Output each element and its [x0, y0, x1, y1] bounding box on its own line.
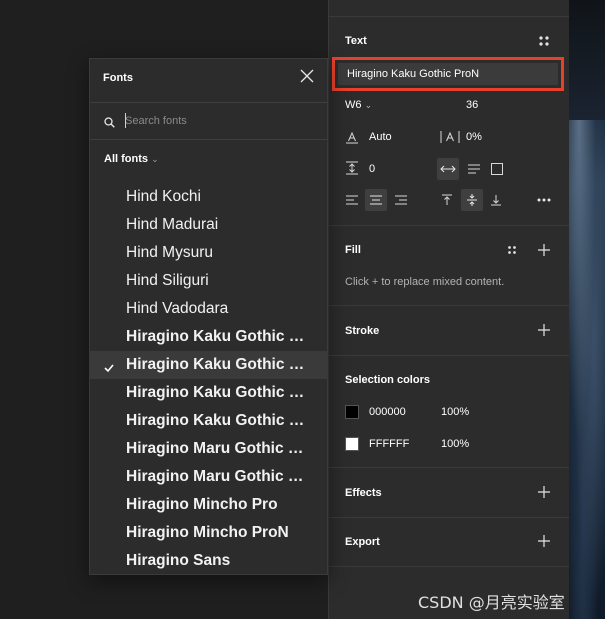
font-list-item[interactable]: Hind Mysuru: [90, 239, 327, 267]
font-list-item[interactable]: Hind Vadodara: [90, 295, 327, 323]
font-list-item-label: Hind Kochi: [126, 188, 201, 205]
font-list-item[interactable]: Hiragino Kaku Gothic St...: [90, 407, 327, 435]
text-caret: [125, 113, 126, 128]
add-export-icon[interactable]: [534, 531, 554, 551]
auto-width-icon[interactable]: [437, 158, 459, 180]
color-swatch-white[interactable]: [345, 437, 359, 451]
search-row: [90, 103, 327, 139]
font-list-item[interactable]: Hiragino Maru Gothic Pr...: [90, 463, 327, 491]
color-opacity-value[interactable]: 100%: [441, 438, 469, 450]
line-height-icon: [344, 129, 360, 145]
export-section-title: Export: [345, 536, 380, 548]
fill-hint: Click + to replace mixed content.: [345, 276, 505, 288]
fonts-popup: Fonts All fonts ⌄ Hind Kochi Hind Madurai…: [89, 58, 328, 575]
divider: [329, 566, 569, 567]
font-list-item-label: Hiragino Kaku Gothic Pr...: [126, 356, 311, 373]
font-list-item[interactable]: Hiragino Mincho ProN: [90, 519, 327, 547]
line-height-value[interactable]: Auto: [369, 131, 392, 143]
add-effect-icon[interactable]: [534, 482, 554, 502]
font-list-item-label: Hiragino Mincho ProN: [126, 524, 289, 541]
font-list-item-label: Hind Siliguri: [126, 272, 209, 289]
font-list-item-label: Hiragino Mincho Pro: [126, 496, 278, 513]
font-size-field[interactable]: 36: [466, 99, 478, 111]
font-list-item-label: Hind Vadodara: [126, 300, 229, 317]
paragraph-spacing-value[interactable]: 0: [369, 163, 375, 175]
align-right-icon[interactable]: [391, 190, 411, 210]
font-list-item[interactable]: Hind Kochi: [90, 183, 327, 211]
divider: [329, 225, 569, 226]
add-fill-icon[interactable]: [534, 240, 554, 260]
font-list-item[interactable]: Hind Madurai: [90, 211, 327, 239]
align-middle-icon[interactable]: [461, 189, 483, 211]
close-icon[interactable]: [300, 69, 316, 85]
divider: [329, 467, 569, 468]
font-list-item-label: Hiragino Kaku Gothic Pro: [126, 328, 311, 345]
font-list-item[interactable]: Hiragino Mincho Pro: [90, 491, 327, 519]
color-hex-value[interactable]: 000000: [369, 406, 406, 418]
letter-spacing-value[interactable]: 0%: [466, 131, 482, 143]
divider: [329, 355, 569, 356]
font-list-item-label: Hiragino Kaku Gothic Std: [126, 384, 311, 401]
font-list-item-label: Hiragino Sans: [126, 552, 231, 569]
search-icon: [104, 115, 115, 133]
chevron-down-icon: ⌄: [364, 100, 373, 110]
selection-colors-title: Selection colors: [345, 374, 430, 386]
text-styles-icon[interactable]: [534, 31, 554, 51]
stroke-section-title: Stroke: [345, 325, 380, 337]
align-left-icon[interactable]: [342, 190, 362, 210]
letter-spacing-icon: [439, 129, 461, 145]
font-weight-value: W6: [345, 99, 362, 111]
font-list-item[interactable]: Hiragino Kaku Gothic Pro: [90, 323, 327, 351]
fonts-popup-title: Fonts: [103, 72, 133, 84]
fixed-size-icon[interactable]: [486, 158, 508, 180]
text-section-title: Text: [345, 35, 367, 47]
watermark: CSDN @月亮实验室: [418, 593, 565, 612]
divider: [329, 305, 569, 306]
font-family-value: Hiragino Kaku Gothic ProN: [347, 68, 480, 80]
font-list-item[interactable]: Hiragino Kaku Gothic Pr...: [90, 351, 327, 379]
divider: [90, 139, 327, 140]
font-weight-select[interactable]: W6 ⌄: [345, 99, 372, 111]
color-swatch-black[interactable]: [345, 405, 359, 419]
font-list-item-label: Hiragino Kaku Gothic St...: [126, 412, 311, 429]
color-opacity-value[interactable]: 100%: [441, 406, 469, 418]
font-list-item[interactable]: Hind Siliguri: [90, 267, 327, 295]
fill-section-title: Fill: [345, 244, 361, 256]
align-bottom-icon[interactable]: [486, 190, 506, 210]
checkmark-icon: [104, 360, 114, 373]
fill-styles-icon[interactable]: [502, 240, 522, 260]
search-fonts-input[interactable]: [125, 112, 315, 130]
font-list-item[interactable]: Hiragino Kaku Gothic Std: [90, 379, 327, 407]
align-center-icon[interactable]: [365, 189, 387, 211]
font-filter-dropdown[interactable]: All fonts ⌄: [104, 153, 159, 165]
design-panel: Text Hiragino Kaku Gothic ProN W6 ⌄ 36 A…: [328, 0, 569, 619]
background-image: [568, 0, 605, 619]
align-top-icon[interactable]: [437, 190, 457, 210]
panel-top-strip: [329, 0, 569, 17]
font-list-item-label: Hind Madurai: [126, 216, 219, 233]
color-hex-value[interactable]: FFFFFF: [369, 438, 409, 450]
paragraph-spacing-icon: [344, 160, 360, 176]
font-list-item-label: Hind Mysuru: [126, 244, 213, 261]
font-list-item[interactable]: Hiragino Maru Gothic Pro: [90, 435, 327, 463]
font-filter-label: All fonts: [104, 153, 148, 165]
divider: [329, 517, 569, 518]
more-options-icon[interactable]: [534, 190, 554, 210]
background-image-top: [568, 0, 605, 120]
auto-height-icon[interactable]: [463, 158, 485, 180]
font-family-field[interactable]: Hiragino Kaku Gothic ProN: [332, 57, 564, 91]
add-stroke-icon[interactable]: [534, 320, 554, 340]
chevron-down-icon: ⌄: [151, 154, 159, 164]
font-list-item-label: Hiragino Maru Gothic Pr...: [126, 468, 311, 485]
effects-section-title: Effects: [345, 487, 382, 499]
font-list-item[interactable]: Hiragino Sans: [90, 547, 327, 575]
font-list-item-label: Hiragino Maru Gothic Pro: [126, 440, 311, 457]
